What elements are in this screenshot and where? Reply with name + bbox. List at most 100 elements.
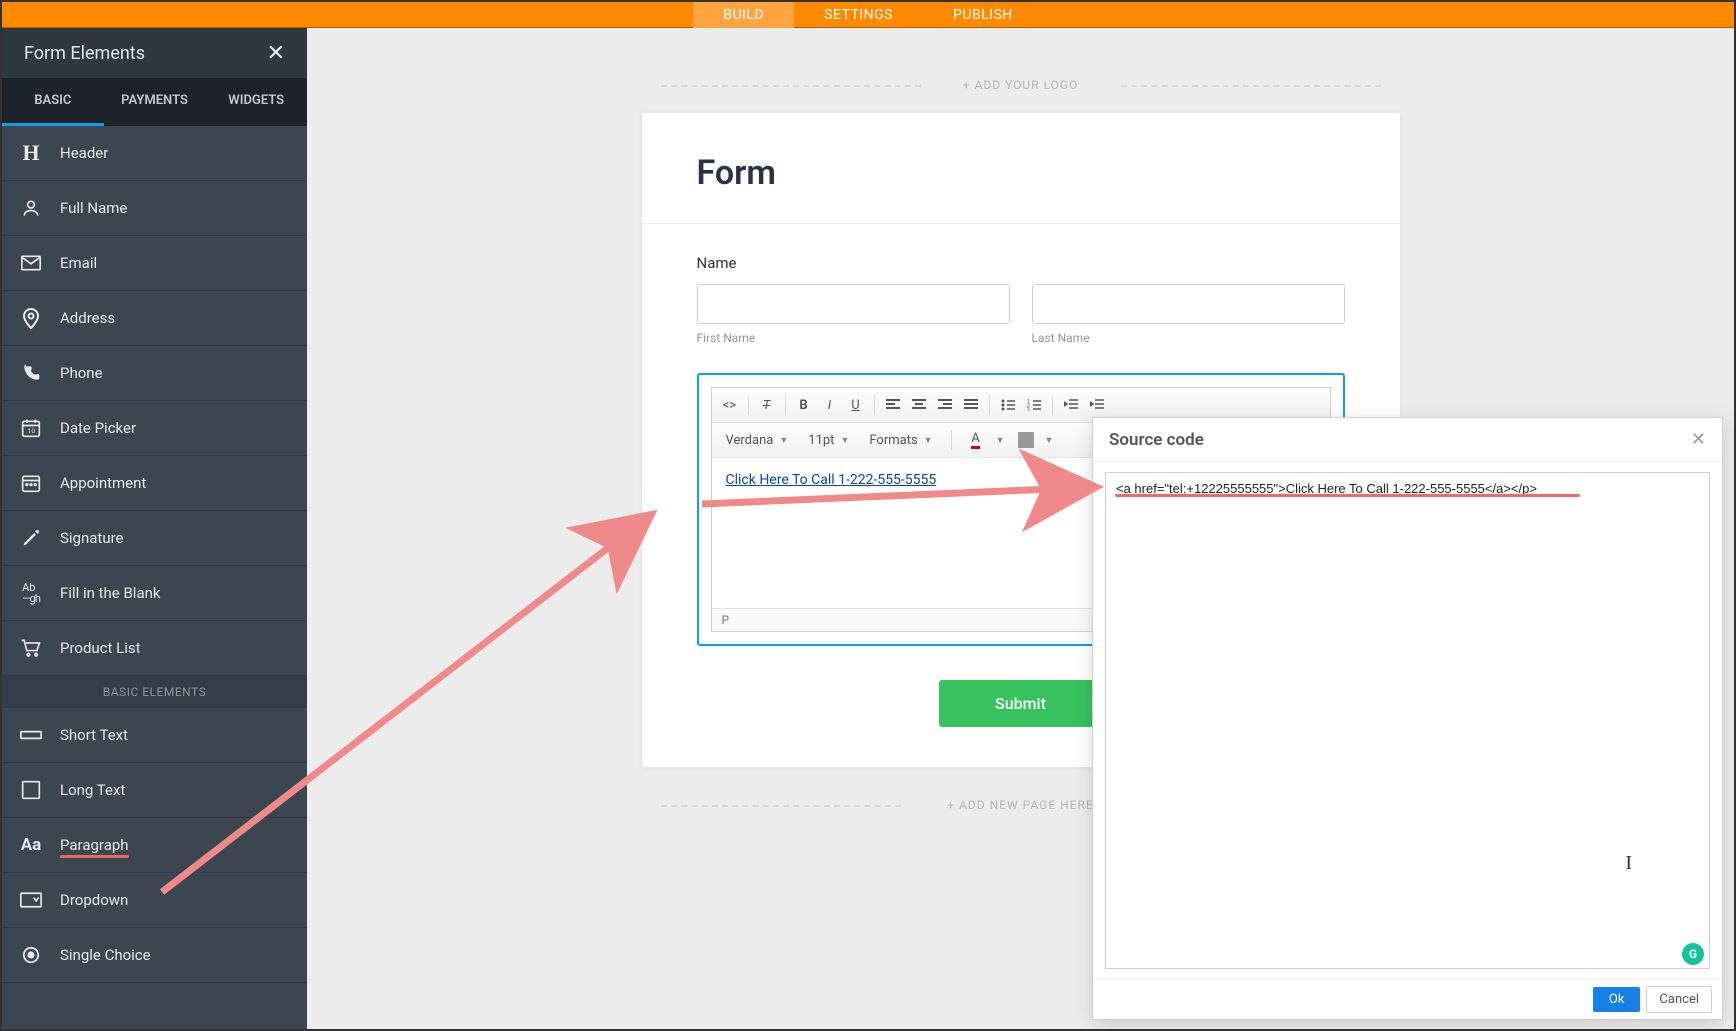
sidebar-item-label: Full Name — [60, 199, 127, 217]
sidebar-item-label: Paragraph — [60, 836, 129, 854]
sidebar-item-label: Long Text — [60, 781, 125, 799]
sidebar-item-shorttext[interactable]: Short Text — [2, 708, 307, 763]
sidebar-item-address[interactable]: Address — [2, 291, 307, 346]
source-code-textarea[interactable] — [1105, 472, 1710, 969]
sidebar-item-fullname[interactable]: Full Name — [2, 181, 307, 236]
sidebar-item-longtext[interactable]: Long Text — [2, 763, 307, 818]
sidebar-item-label: Single Choice — [60, 946, 151, 964]
location-icon — [2, 307, 60, 329]
close-icon[interactable]: ✕ — [267, 41, 285, 66]
font-select[interactable]: Verdana▼ — [720, 427, 795, 453]
phone-icon — [2, 363, 60, 383]
text-cursor-icon: I — [1625, 852, 1632, 875]
longtext-icon — [2, 780, 60, 800]
last-name-sublabel: Last Name — [1032, 331, 1345, 345]
bg-color-caret[interactable]: ▼ — [1045, 435, 1054, 446]
sidebar-tab-basic[interactable]: BASIC — [2, 78, 104, 126]
sidebar: Form Elements ✕ BASIC PAYMENTS WIDGETS H… — [2, 28, 307, 1029]
clear-format-icon[interactable]: T — [755, 392, 779, 418]
align-justify-icon[interactable] — [959, 392, 983, 418]
annotation-underline — [1115, 494, 1580, 497]
sidebar-item-label: Product List — [60, 639, 141, 657]
bullet-list-icon[interactable] — [996, 392, 1020, 418]
tab-build[interactable]: BUILD — [693, 2, 794, 28]
sidebar-item-label: Email — [60, 254, 97, 272]
bold-icon[interactable]: B — [792, 392, 816, 418]
ok-button[interactable]: Ok — [1593, 987, 1641, 1012]
align-center-icon[interactable] — [907, 392, 931, 418]
sidebar-item-label: Phone — [60, 364, 103, 382]
italic-icon[interactable]: I — [818, 392, 842, 418]
sidebar-item-singlechoice[interactable]: Single Choice — [2, 928, 307, 983]
cancel-button[interactable]: Cancel — [1646, 986, 1712, 1013]
first-name-input[interactable] — [697, 284, 1010, 324]
sidebar-tabs: BASIC PAYMENTS WIDGETS — [2, 78, 307, 126]
paragraph-icon: Aa — [2, 835, 60, 855]
close-icon[interactable]: ✕ — [1691, 429, 1706, 450]
indent-icon[interactable] — [1085, 392, 1109, 418]
sidebar-item-label: Dropdown — [60, 891, 128, 909]
sidebar-item-label: Appointment — [60, 474, 146, 492]
user-icon — [2, 198, 60, 218]
source-code-dialog: Source code ✕ G I Ok Cancel — [1092, 417, 1723, 1020]
dialog-title: Source code — [1109, 430, 1204, 450]
align-left-icon[interactable] — [881, 392, 905, 418]
sidebar-item-dropdown[interactable]: Dropdown — [2, 873, 307, 928]
submit-button[interactable]: Submit — [939, 680, 1102, 727]
blank-icon: Ab—gh — [2, 582, 60, 604]
envelope-icon — [2, 255, 60, 271]
sidebar-item-label: Header — [60, 144, 108, 162]
sidebar-section-basic: BASIC ELEMENTS — [2, 676, 307, 708]
cart-icon — [2, 638, 60, 658]
sidebar-tab-widgets[interactable]: WIDGETS — [205, 78, 307, 126]
sidebar-header: Form Elements ✕ — [2, 28, 307, 78]
sidebar-item-phone[interactable]: Phone — [2, 346, 307, 401]
dropdown-icon — [2, 892, 60, 908]
svg-text:3: 3 — [1027, 407, 1030, 411]
top-nav: BUILD SETTINGS PUBLISH — [2, 2, 1734, 28]
sidebar-item-datepicker[interactable]: 10 Date Picker — [2, 401, 307, 456]
sidebar-item-signature[interactable]: Signature — [2, 511, 307, 566]
bg-color-icon[interactable] — [1013, 427, 1037, 453]
form-title: Form — [697, 153, 1345, 193]
align-right-icon[interactable] — [933, 392, 957, 418]
radio-icon — [2, 946, 60, 964]
size-select[interactable]: 11pt▼ — [802, 427, 855, 453]
first-name-sublabel: First Name — [697, 331, 1010, 345]
sidebar-item-productlist[interactable]: Product List — [2, 621, 307, 676]
add-logo-button[interactable]: + ADD YOUR LOGO — [661, 78, 1381, 92]
grammarly-icon[interactable]: G — [1682, 943, 1704, 965]
outdent-icon[interactable] — [1059, 392, 1083, 418]
sidebar-item-fillblank[interactable]: Ab—ghFill in the Blank — [2, 566, 307, 621]
text-color-icon[interactable]: A — [964, 427, 988, 453]
sidebar-title: Form Elements — [24, 43, 145, 64]
source-code-icon[interactable]: <> — [718, 392, 742, 418]
sidebar-item-label: Date Picker — [60, 419, 136, 437]
text-color-caret[interactable]: ▼ — [996, 435, 1005, 446]
svg-text:10: 10 — [28, 427, 36, 435]
sidebar-item-label: Fill in the Blank — [60, 584, 161, 602]
tab-settings[interactable]: SETTINGS — [794, 2, 923, 28]
sidebar-item-paragraph[interactable]: AaParagraph — [2, 818, 307, 873]
shorttext-icon — [2, 728, 60, 742]
sidebar-tab-payments[interactable]: PAYMENTS — [104, 78, 206, 126]
tab-publish[interactable]: PUBLISH — [923, 2, 1043, 28]
sidebar-item-label: Signature — [60, 529, 124, 547]
underline-icon[interactable]: U — [844, 392, 868, 418]
name-label: Name — [697, 254, 1345, 272]
sidebar-list[interactable]: HHeader Full Name Email Address Phone 10… — [2, 126, 307, 1029]
annotation-highlight — [60, 855, 129, 858]
sidebar-item-header[interactable]: HHeader — [2, 126, 307, 181]
calendar-icon: 10 — [2, 418, 60, 438]
tel-link[interactable]: Click Here To Call 1-222-555-5555 — [726, 472, 937, 488]
schedule-icon — [2, 473, 60, 493]
formats-select[interactable]: Formats▼ — [863, 427, 938, 453]
sidebar-item-label: Address — [60, 309, 115, 327]
last-name-input[interactable] — [1032, 284, 1345, 324]
heading-icon: H — [2, 140, 60, 166]
sidebar-item-appointment[interactable]: Appointment — [2, 456, 307, 511]
pen-icon — [2, 528, 60, 548]
number-list-icon[interactable]: 123 — [1022, 392, 1046, 418]
sidebar-item-email[interactable]: Email — [2, 236, 307, 291]
sidebar-item-label: Short Text — [60, 726, 128, 744]
